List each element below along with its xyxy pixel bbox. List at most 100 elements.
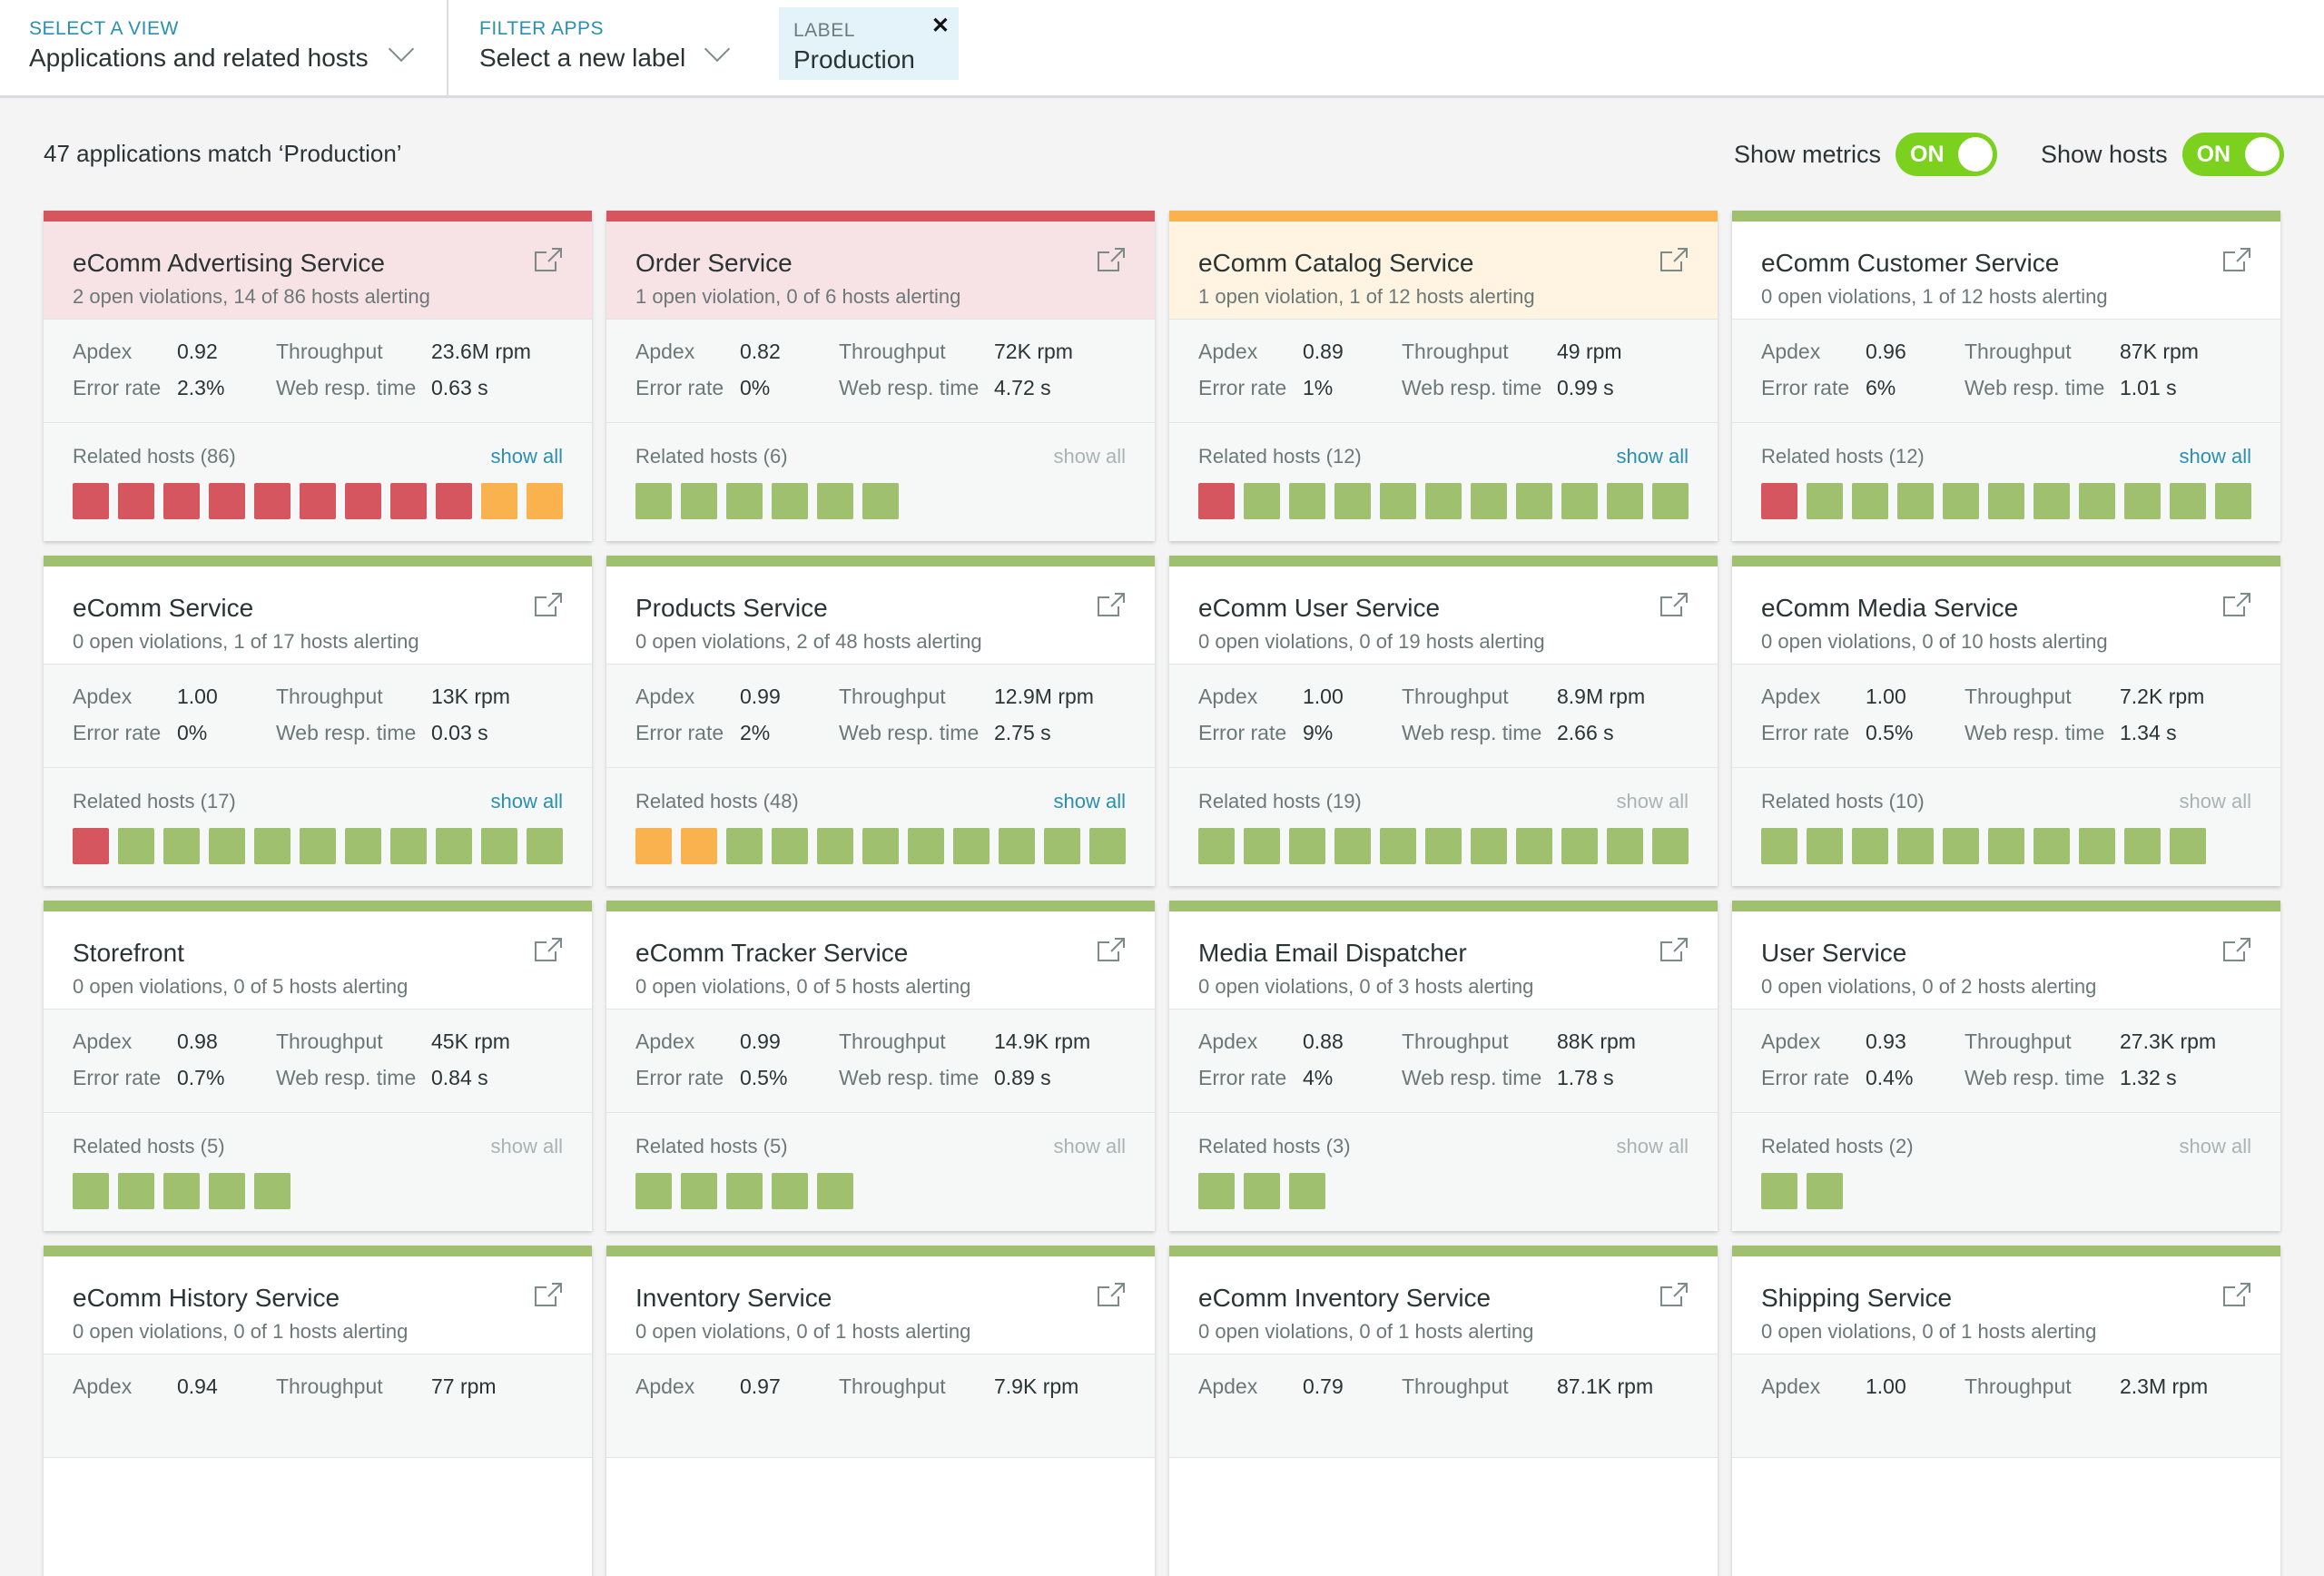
app-name[interactable]: Shipping Service bbox=[1761, 1284, 2251, 1313]
external-link-icon[interactable] bbox=[534, 937, 563, 962]
host-square[interactable] bbox=[300, 828, 336, 864]
host-square[interactable] bbox=[1289, 1173, 1325, 1209]
host-square[interactable] bbox=[1516, 828, 1552, 864]
host-square[interactable] bbox=[254, 1173, 290, 1209]
host-square[interactable] bbox=[2170, 828, 2206, 864]
host-square[interactable] bbox=[772, 483, 808, 519]
external-link-icon[interactable] bbox=[2222, 1282, 2251, 1307]
app-card[interactable]: eComm Advertising Service 2 open violatio… bbox=[44, 211, 592, 541]
host-square[interactable] bbox=[862, 483, 899, 519]
host-square[interactable] bbox=[1198, 1173, 1235, 1209]
external-link-icon[interactable] bbox=[1097, 1282, 1126, 1307]
external-link-icon[interactable] bbox=[1659, 1282, 1689, 1307]
app-name[interactable]: eComm Inventory Service bbox=[1198, 1284, 1689, 1313]
app-name[interactable]: Storefront bbox=[73, 939, 563, 968]
app-card[interactable]: Shipping Service 0 open violations, 0 of … bbox=[1732, 1246, 2280, 1576]
host-square[interactable] bbox=[209, 483, 245, 519]
host-square[interactable] bbox=[1761, 483, 1797, 519]
host-square[interactable] bbox=[1289, 483, 1325, 519]
host-square[interactable] bbox=[1561, 828, 1598, 864]
host-square[interactable] bbox=[73, 828, 109, 864]
host-square[interactable] bbox=[1471, 483, 1507, 519]
host-square[interactable] bbox=[1516, 483, 1552, 519]
host-square[interactable] bbox=[1897, 828, 1934, 864]
host-square[interactable] bbox=[681, 828, 717, 864]
host-square[interactable] bbox=[527, 483, 563, 519]
host-square[interactable] bbox=[1380, 483, 1416, 519]
host-square[interactable] bbox=[209, 1173, 245, 1209]
host-square[interactable] bbox=[635, 483, 672, 519]
app-card[interactable]: Inventory Service 0 open violations, 0 of… bbox=[606, 1246, 1155, 1576]
host-square[interactable] bbox=[726, 1173, 763, 1209]
external-link-icon[interactable] bbox=[534, 592, 563, 617]
host-square[interactable] bbox=[772, 1173, 808, 1209]
host-square[interactable] bbox=[345, 483, 381, 519]
external-link-icon[interactable] bbox=[1097, 247, 1126, 272]
show-metrics-toggle[interactable]: ON bbox=[1896, 133, 1998, 176]
host-square[interactable] bbox=[1425, 828, 1462, 864]
host-square[interactable] bbox=[1852, 483, 1888, 519]
host-square[interactable] bbox=[1652, 483, 1689, 519]
host-square[interactable] bbox=[1988, 828, 2024, 864]
app-name[interactable]: eComm Catalog Service bbox=[1198, 249, 1689, 278]
host-square[interactable] bbox=[817, 828, 853, 864]
show-all-link[interactable]: show all bbox=[491, 445, 563, 468]
host-square[interactable] bbox=[1807, 1173, 1843, 1209]
host-square[interactable] bbox=[300, 483, 336, 519]
show-hosts-toggle[interactable]: ON bbox=[2181, 133, 2284, 176]
host-square[interactable] bbox=[2034, 828, 2070, 864]
host-square[interactable] bbox=[209, 828, 245, 864]
show-all-link[interactable]: show all bbox=[1617, 445, 1689, 468]
host-square[interactable] bbox=[1334, 483, 1371, 519]
host-square[interactable] bbox=[2124, 483, 2161, 519]
app-name[interactable]: Products Service bbox=[635, 594, 1126, 623]
show-all-link[interactable]: show all bbox=[1054, 790, 1126, 813]
host-square[interactable] bbox=[163, 828, 200, 864]
host-square[interactable] bbox=[1198, 483, 1235, 519]
host-square[interactable] bbox=[999, 828, 1035, 864]
view-selector[interactable]: SELECT A VIEW Applications and related h… bbox=[0, 0, 448, 95]
app-name[interactable]: Order Service bbox=[635, 249, 1126, 278]
host-square[interactable] bbox=[436, 483, 472, 519]
host-square[interactable] bbox=[681, 1173, 717, 1209]
host-square[interactable] bbox=[254, 828, 290, 864]
host-square[interactable] bbox=[1380, 828, 1416, 864]
host-square[interactable] bbox=[118, 483, 154, 519]
host-square[interactable] bbox=[163, 483, 200, 519]
host-square[interactable] bbox=[118, 1173, 154, 1209]
host-square[interactable] bbox=[635, 1173, 672, 1209]
app-card[interactable]: Media Email Dispatcher 0 open violations,… bbox=[1169, 901, 1718, 1231]
host-square[interactable] bbox=[1807, 483, 1843, 519]
external-link-icon[interactable] bbox=[2222, 247, 2251, 272]
host-square[interactable] bbox=[254, 483, 290, 519]
app-name[interactable]: eComm Advertising Service bbox=[73, 249, 563, 278]
close-icon[interactable]: ✕ bbox=[931, 13, 950, 39]
host-square[interactable] bbox=[2215, 483, 2251, 519]
app-card[interactable]: eComm Service 0 open violations, 1 of 17 … bbox=[44, 556, 592, 886]
host-square[interactable] bbox=[1244, 828, 1280, 864]
app-card[interactable]: eComm Inventory Service 0 open violations… bbox=[1169, 1246, 1718, 1576]
host-square[interactable] bbox=[1425, 483, 1462, 519]
host-square[interactable] bbox=[1807, 828, 1843, 864]
host-square[interactable] bbox=[390, 483, 427, 519]
host-square[interactable] bbox=[481, 483, 517, 519]
host-square[interactable] bbox=[1244, 483, 1280, 519]
app-name[interactable]: User Service bbox=[1761, 939, 2251, 968]
host-square[interactable] bbox=[1561, 483, 1598, 519]
host-square[interactable] bbox=[908, 828, 944, 864]
host-square[interactable] bbox=[817, 1173, 853, 1209]
host-square[interactable] bbox=[527, 828, 563, 864]
app-name[interactable]: eComm User Service bbox=[1198, 594, 1689, 623]
host-square[interactable] bbox=[2079, 828, 2115, 864]
host-square[interactable] bbox=[73, 483, 109, 519]
app-name[interactable]: eComm Customer Service bbox=[1761, 249, 2251, 278]
app-name[interactable]: Media Email Dispatcher bbox=[1198, 939, 1689, 968]
host-square[interactable] bbox=[118, 828, 154, 864]
host-square[interactable] bbox=[862, 828, 899, 864]
host-square[interactable] bbox=[1244, 1173, 1280, 1209]
host-square[interactable] bbox=[2170, 483, 2206, 519]
host-square[interactable] bbox=[1607, 828, 1643, 864]
show-all-link[interactable]: show all bbox=[2180, 445, 2251, 468]
host-square[interactable] bbox=[390, 828, 427, 864]
host-square[interactable] bbox=[817, 483, 853, 519]
